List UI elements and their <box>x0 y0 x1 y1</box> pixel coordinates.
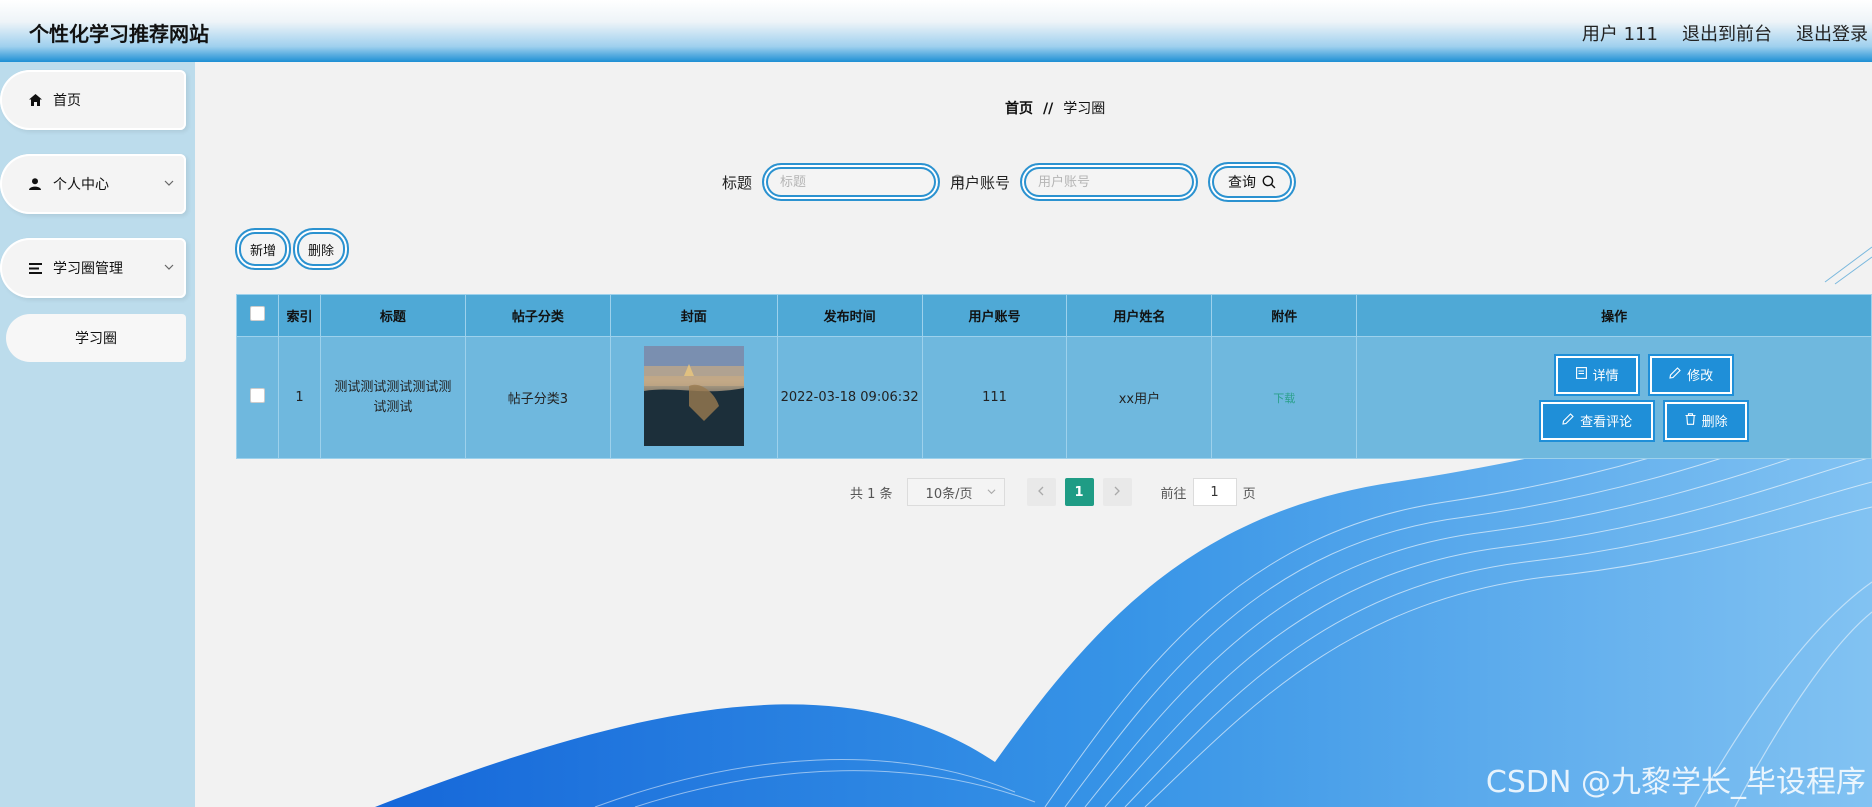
home-icon <box>27 92 43 108</box>
title-search-label: 标题 <box>722 173 753 192</box>
sidebar-item-home[interactable]: 首页 <box>0 70 186 130</box>
row-checkbox[interactable] <box>249 388 265 403</box>
add-button[interactable]: 新增 <box>235 228 291 270</box>
attachment-cell: 下载 <box>1211 336 1358 459</box>
watermark: CSDN @九黎学长_毕设程序 <box>1485 765 1866 800</box>
main-content: 首页 // 学习圈 标题 用户账号 查询 新增 删除 <box>195 62 1872 807</box>
back-to-front-link[interactable]: 退出到前台 <box>1682 20 1772 46</box>
user-label[interactable]: 用户 111 <box>1582 20 1658 46</box>
cover-image[interactable] <box>643 345 744 446</box>
page-number-current[interactable]: 1 <box>1064 478 1094 506</box>
select-all-cell[interactable] <box>236 294 279 337</box>
pagination: 共 1 条 10条/页 1 前往 1 页 <box>850 478 1256 506</box>
breadcrumb-current: 学习圈 <box>1063 101 1106 117</box>
page-size-select[interactable]: 10条/页 <box>906 478 1005 506</box>
pencil-icon <box>1669 366 1681 383</box>
publish-time-cell: 2022-03-18 09:06:32 <box>776 336 923 459</box>
trash-icon <box>1685 412 1696 429</box>
query-button-label: 查询 <box>1228 175 1257 191</box>
download-link[interactable]: 下载 <box>1273 392 1295 405</box>
title-cell: 测试测试测试测试测试测试 <box>319 336 466 459</box>
detail-button-label: 详情 <box>1592 369 1619 384</box>
delete-button-label: 删除 <box>1701 415 1728 430</box>
chevron-left-icon <box>1037 485 1045 500</box>
account-cell: 111 <box>921 336 1068 459</box>
sidebar-subitem-study-circle[interactable]: 学习圈 <box>6 314 186 362</box>
detail-button[interactable]: 详情 <box>1556 355 1639 394</box>
account-search-field[interactable] <box>1020 163 1223 201</box>
column-header: 附件 <box>1211 294 1358 337</box>
top-header: 个性化学习推荐网站 用户 111 退出到前台 退出登录 <box>0 0 1872 62</box>
table-header-row: 索引 标题 帖子分类 封面 发布时间 用户账号 用户姓名 附件 操作 <box>236 294 1872 337</box>
document-icon <box>1575 366 1587 383</box>
title-text: 测试测试测试测试测试测试 <box>334 379 452 415</box>
title-search-input[interactable] <box>778 173 953 191</box>
operations-cell: 详情 修改 查看评论 删除 <box>1356 336 1872 459</box>
column-header: 帖子分类 <box>464 294 611 337</box>
category-cell: 帖子分类3 <box>464 336 611 459</box>
table-actions: 新增 删除 <box>235 228 349 270</box>
data-table: 索引 标题 帖子分类 封面 发布时间 用户账号 用户姓名 附件 操作 1 测试测… <box>236 294 1872 459</box>
operations-line: 详情 修改 <box>1556 355 1733 394</box>
site-title: 个性化学习推荐网站 <box>29 22 209 46</box>
edit-button[interactable]: 修改 <box>1650 355 1733 394</box>
chevron-right-icon <box>1113 485 1121 500</box>
breadcrumb-home[interactable]: 首页 <box>1005 101 1033 117</box>
sidebar-item-label: 首页 <box>53 93 81 109</box>
total-count: 共 1 条 <box>850 486 893 502</box>
column-header: 索引 <box>277 294 321 337</box>
column-header: 操作 <box>1356 294 1872 337</box>
page-suffix: 页 <box>1242 486 1256 502</box>
breadcrumb: 首页 // 学习圈 <box>1005 98 1105 118</box>
query-button[interactable]: 查询 <box>1208 162 1297 202</box>
index-cell: 1 <box>277 336 321 459</box>
column-header: 用户姓名 <box>1066 294 1213 337</box>
account-search-input[interactable] <box>1036 173 1211 191</box>
operations-group: 详情 修改 查看评论 删除 <box>1418 355 1870 440</box>
column-header: 用户账号 <box>921 294 1068 337</box>
chevron-down-icon <box>164 176 174 192</box>
cover-cell <box>609 336 778 459</box>
user-icon <box>27 176 43 192</box>
sidebar-item-label: 个人中心 <box>53 177 109 193</box>
sidebar-item-personal-center[interactable]: 个人中心 <box>0 154 186 214</box>
title-search-field[interactable] <box>762 163 965 201</box>
list-icon <box>27 260 43 276</box>
name-cell: xx用户 <box>1066 336 1213 459</box>
row-select-cell[interactable] <box>236 336 279 459</box>
page-size-value: 10条/页 <box>925 486 973 502</box>
operations-line: 查看评论 删除 <box>1541 401 1748 440</box>
column-header: 封面 <box>609 294 778 337</box>
column-header: 标题 <box>319 294 466 337</box>
logout-link[interactable]: 退出登录 <box>1796 20 1868 46</box>
breadcrumb-separator: // <box>1043 101 1054 117</box>
sidebar: 首页 个人中心 学习圈管理 学习圈 <box>0 62 195 807</box>
view-comments-label: 查看评论 <box>1580 415 1633 430</box>
column-header: 发布时间 <box>776 294 923 337</box>
pencil-icon <box>1562 412 1574 429</box>
goto-page-input[interactable]: 1 <box>1192 478 1237 506</box>
view-comments-button[interactable]: 查看评论 <box>1541 401 1654 440</box>
sidebar-item-label: 学习圈管理 <box>53 261 123 277</box>
header-links: 用户 111 退出到前台 退出登录 <box>1582 20 1868 46</box>
search-icon <box>1262 175 1276 189</box>
chevron-down-icon <box>987 485 996 500</box>
delete-button[interactable]: 删除 <box>1665 401 1748 440</box>
goto-label: 前往 <box>1160 486 1187 502</box>
search-bar: 标题 用户账号 查询 <box>722 162 1297 202</box>
chevron-down-icon <box>164 260 174 276</box>
edit-button-label: 修改 <box>1687 369 1714 384</box>
sidebar-item-circle-management[interactable]: 学习圈管理 <box>0 238 186 298</box>
select-all-checkbox[interactable] <box>249 306 265 321</box>
account-search-label: 用户账号 <box>950 173 1011 192</box>
table-row: 1 测试测试测试测试测试测试 帖子分类3 2022-03-18 09:06:32… <box>236 336 1872 459</box>
batch-delete-button[interactable]: 删除 <box>293 228 349 270</box>
next-page-button[interactable] <box>1102 478 1132 506</box>
prev-page-button[interactable] <box>1026 478 1056 506</box>
